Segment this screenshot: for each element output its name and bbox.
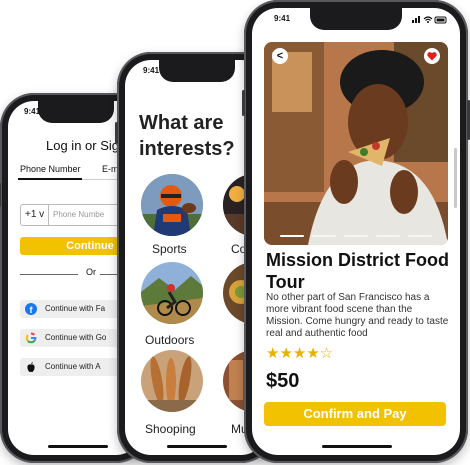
tour-description: No other part of San Francisco has a mor… bbox=[266, 292, 449, 339]
scrollbar[interactable] bbox=[454, 148, 457, 208]
tab-phone-number[interactable]: Phone Number bbox=[20, 164, 81, 174]
interest-shopping-label[interactable]: Shooping bbox=[145, 422, 196, 436]
divider-left bbox=[20, 274, 78, 275]
or-label: Or bbox=[86, 267, 96, 277]
carousel-dot[interactable] bbox=[344, 235, 368, 237]
status-time: 9:41 bbox=[274, 14, 291, 23]
interests-heading-line2: interests? bbox=[139, 138, 235, 160]
carousel-dot[interactable] bbox=[312, 235, 336, 237]
interest-sports-image[interactable] bbox=[141, 174, 203, 236]
apple-login-label: Continue with A bbox=[45, 362, 101, 371]
facebook-icon: f bbox=[25, 303, 37, 315]
home-indicator bbox=[167, 445, 227, 448]
country-code-select[interactable]: +1 v bbox=[25, 209, 44, 220]
favorite-button[interactable] bbox=[424, 48, 440, 64]
input-separator bbox=[48, 205, 49, 225]
carousel-dot[interactable] bbox=[376, 235, 400, 237]
active-tab-indicator bbox=[18, 178, 82, 180]
apple-icon bbox=[27, 362, 35, 372]
google-icon bbox=[25, 332, 37, 344]
back-arrow-icon: < bbox=[276, 50, 284, 62]
tour-title: Mission District Food Tour bbox=[266, 250, 450, 292]
carousel-dot[interactable] bbox=[280, 235, 304, 237]
detail-screen: 9:41 < Mission District Food Tour No oth… bbox=[252, 8, 460, 455]
volume-button bbox=[0, 183, 1, 207]
home-indicator bbox=[322, 445, 392, 448]
status-time: 9:41 bbox=[24, 107, 41, 116]
notch bbox=[38, 101, 114, 123]
tour-price: $50 bbox=[266, 370, 300, 392]
volume-button bbox=[242, 90, 245, 116]
notch bbox=[310, 8, 402, 30]
facebook-login-label: Continue with Fa bbox=[45, 304, 106, 313]
bread-shop-image bbox=[141, 350, 203, 412]
rating-stars: ★★★★☆ bbox=[266, 345, 334, 362]
heart-icon bbox=[427, 52, 437, 61]
status-time: 9:41 bbox=[143, 66, 160, 75]
notch bbox=[159, 60, 235, 82]
interest-outdoors-label[interactable]: Outdoors bbox=[145, 333, 194, 347]
carousel-dot[interactable] bbox=[408, 235, 432, 237]
interest-sports-label[interactable]: Sports bbox=[152, 242, 187, 256]
interest-outdoors-image[interactable] bbox=[141, 262, 203, 324]
phone-number-input[interactable]: Phone Numbe bbox=[53, 210, 104, 219]
confirm-and-pay-button[interactable]: Confirm and Pay bbox=[264, 402, 446, 426]
status-icons bbox=[412, 16, 447, 24]
home-indicator bbox=[48, 445, 108, 448]
google-login-label: Continue with Go bbox=[45, 333, 107, 342]
woman-eating-pizza-image bbox=[264, 42, 448, 245]
page-title: Log in or Sig bbox=[46, 138, 119, 153]
football-player-image bbox=[141, 174, 203, 236]
tour-hero-image[interactable]: < bbox=[264, 42, 448, 245]
interests-heading-line1: What are bbox=[139, 112, 224, 134]
back-button[interactable]: < bbox=[272, 48, 288, 64]
detail-phone-frame: 9:41 < Mission District Food Tour No oth… bbox=[242, 0, 470, 463]
interest-shopping-image[interactable] bbox=[141, 350, 203, 412]
volume-button bbox=[115, 122, 118, 144]
mountain-biker-image bbox=[141, 262, 203, 324]
